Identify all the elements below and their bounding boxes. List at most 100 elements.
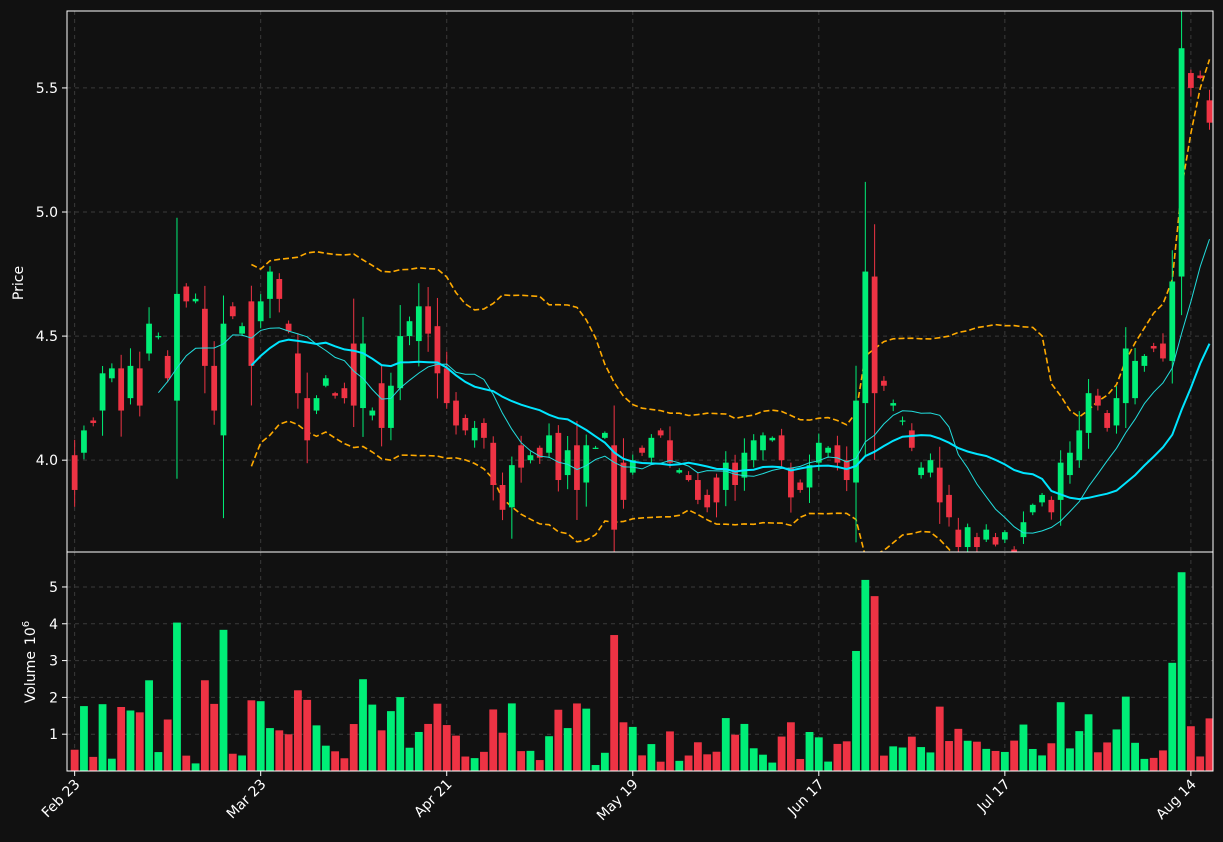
candle-body bbox=[574, 445, 580, 490]
volume-bar bbox=[321, 745, 330, 771]
price-tick-label: 4.5 bbox=[36, 329, 58, 345]
volume-bar bbox=[489, 709, 498, 771]
candle-body bbox=[760, 435, 766, 451]
volume-bar bbox=[1112, 729, 1121, 771]
candle-body bbox=[378, 383, 385, 428]
candle-body bbox=[341, 388, 348, 399]
volume-bar bbox=[1066, 748, 1074, 771]
candle-body bbox=[322, 378, 329, 386]
volume-bar bbox=[954, 728, 963, 771]
volume-bar bbox=[703, 754, 712, 771]
volume-bar bbox=[433, 703, 442, 771]
volume-bar bbox=[1168, 662, 1177, 771]
volume-tick-label: 2 bbox=[49, 690, 58, 706]
candle-body bbox=[899, 420, 906, 422]
volume-bar bbox=[507, 703, 516, 771]
candle-body bbox=[90, 420, 97, 423]
candle-body bbox=[778, 435, 785, 461]
candle-body bbox=[1085, 393, 1092, 433]
candle-body bbox=[881, 380, 887, 386]
volume-bar bbox=[880, 755, 888, 771]
volume-bar bbox=[470, 758, 479, 771]
volume-bar bbox=[777, 736, 786, 771]
volume-bar bbox=[721, 718, 730, 771]
candle-body bbox=[518, 445, 525, 468]
volume-axis-exponent-base: 10 bbox=[23, 627, 39, 645]
candle-body bbox=[620, 462, 627, 500]
candle-body bbox=[797, 482, 804, 490]
volume-bar bbox=[991, 750, 1000, 771]
volume-bar bbox=[340, 758, 349, 771]
volume-bar bbox=[545, 736, 553, 771]
candle-body bbox=[146, 323, 152, 354]
candle-body bbox=[611, 445, 618, 530]
candle-body bbox=[1188, 73, 1194, 88]
candle-body bbox=[769, 437, 776, 441]
candle-body bbox=[546, 435, 552, 453]
volume-bar bbox=[173, 622, 181, 771]
volume-bar bbox=[591, 765, 600, 771]
volume-bar bbox=[1047, 743, 1056, 771]
volume-bar bbox=[387, 711, 395, 771]
volume-bar bbox=[414, 731, 423, 771]
candle-body bbox=[406, 321, 413, 337]
candle-body bbox=[1197, 75, 1204, 79]
stock-chart: 4.04.55.05.5 Price 12345 Volume106 Feb 2… bbox=[0, 0, 1223, 842]
candle-body bbox=[71, 455, 78, 490]
candle-body bbox=[99, 373, 106, 411]
volume-bar bbox=[359, 679, 367, 771]
volume-bar bbox=[1131, 742, 1139, 771]
candle-body bbox=[425, 306, 432, 334]
volume-bar bbox=[266, 728, 274, 771]
volume-bar bbox=[1028, 748, 1037, 771]
volume-bar bbox=[852, 650, 860, 771]
volume-bar bbox=[126, 710, 135, 771]
candle-body bbox=[192, 298, 199, 302]
candle-body bbox=[927, 460, 934, 473]
volume-bar bbox=[135, 712, 144, 771]
candle-body bbox=[229, 306, 236, 317]
volume-bar bbox=[200, 680, 209, 771]
volume-bar bbox=[870, 596, 879, 771]
volume-bar bbox=[117, 706, 126, 771]
candle-body bbox=[936, 467, 943, 503]
volume-bar bbox=[1000, 751, 1009, 771]
volume-bar bbox=[1010, 740, 1019, 771]
volume-bar bbox=[917, 747, 926, 771]
candle-body bbox=[332, 393, 338, 396]
candle-body bbox=[741, 452, 748, 478]
volume-bar bbox=[461, 756, 470, 771]
price-tick-label: 5.5 bbox=[36, 81, 58, 97]
candle-body bbox=[201, 308, 208, 366]
candle-body bbox=[1132, 360, 1138, 399]
candle-body bbox=[118, 368, 125, 411]
volume-bar bbox=[452, 735, 460, 771]
candle-body bbox=[862, 271, 869, 404]
candle-body bbox=[657, 430, 664, 436]
candle-body bbox=[1076, 430, 1083, 461]
candle-body bbox=[276, 279, 283, 299]
volume-bar bbox=[759, 754, 767, 771]
volume-tick-label: 3 bbox=[49, 654, 58, 670]
volume-bar bbox=[80, 706, 88, 771]
volume-bar bbox=[693, 742, 702, 771]
candle-body bbox=[453, 400, 459, 426]
volume-bar bbox=[1121, 696, 1130, 771]
volume-bar bbox=[1177, 572, 1186, 771]
candle-body bbox=[750, 440, 757, 461]
volume-bar bbox=[154, 752, 163, 771]
volume-bar bbox=[535, 760, 544, 771]
candle-body bbox=[1048, 499, 1055, 513]
volume-bar bbox=[1140, 758, 1149, 771]
volume-bar bbox=[424, 723, 433, 771]
candle-body bbox=[1150, 346, 1157, 349]
candle-body bbox=[183, 286, 190, 302]
volume-bar bbox=[805, 731, 814, 771]
volume-bar bbox=[303, 699, 312, 771]
volume-bar bbox=[824, 761, 833, 771]
volume-bar bbox=[331, 751, 340, 771]
candle-body bbox=[918, 467, 925, 476]
volume-bar bbox=[982, 748, 991, 771]
svg-text:Volume106: Volume 106 bbox=[21, 621, 39, 703]
candle-body bbox=[946, 494, 952, 518]
